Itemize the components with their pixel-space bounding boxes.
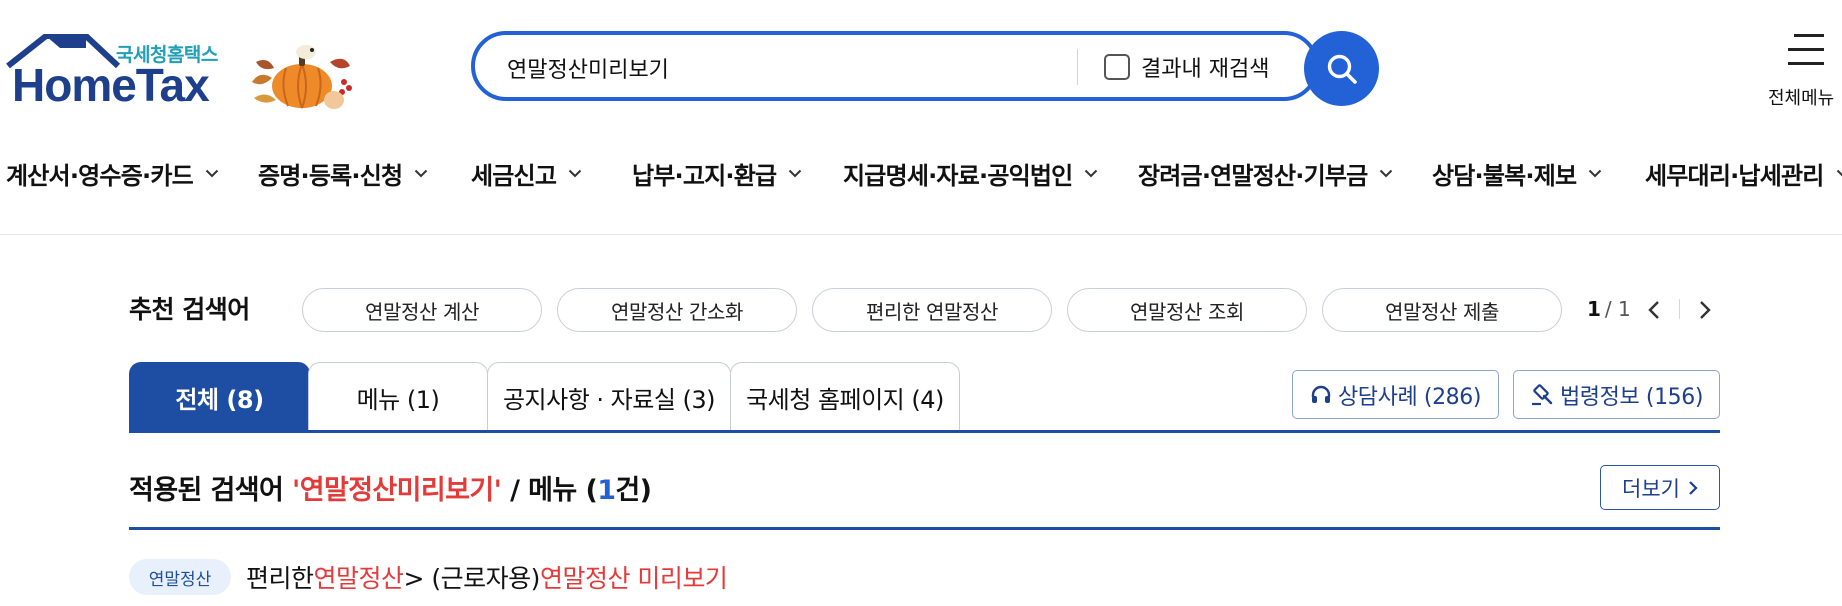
nav-item-label: 상담·불복·제보 xyxy=(1432,161,1577,190)
nav-item-label: 계산서·영수증·카드 xyxy=(6,161,194,190)
more-label: 더보기 xyxy=(1622,476,1680,501)
nav-item-label: 장려금·연말정산·기부금 xyxy=(1138,161,1368,190)
chevron-down-icon xyxy=(1589,169,1602,177)
recommended-chip[interactable]: 연말정산 제출 xyxy=(1322,288,1562,332)
chevron-left-icon xyxy=(1648,301,1659,319)
search-bar: 결과내 재검색 xyxy=(471,31,1319,101)
hamburger-icon xyxy=(1788,34,1824,76)
applied-keyword: '연말정산미리보기' xyxy=(292,475,502,506)
page-current: 1 xyxy=(1587,297,1601,321)
next-page-button[interactable] xyxy=(1693,296,1717,324)
recommended-title: 추천 검색어 xyxy=(129,295,250,324)
recheck-checkbox[interactable]: 결과내 재검색 xyxy=(1104,49,1269,85)
applied-prefix: 적용된 검색어 xyxy=(129,475,293,506)
pumpkin-icon xyxy=(246,42,356,112)
search-input[interactable] xyxy=(505,49,1049,87)
tab-notice[interactable]: 공지사항 · 자료실 (3) xyxy=(487,362,731,432)
applied-keyword-heading: 적용된 검색어 '연말정산미리보기' / 메뉴 (1건) xyxy=(129,468,652,507)
recommended-chip[interactable]: 연말정산 조회 xyxy=(1067,288,1307,332)
nav-item-label: 세무대리·납세관리 xyxy=(1645,161,1824,190)
pager-divider xyxy=(1679,299,1680,319)
consult-case-button[interactable]: 상담사례 (286) xyxy=(1292,370,1499,419)
nav-item-payment[interactable]: 납부·고지·환급 xyxy=(632,150,802,196)
nav-item-invoice[interactable]: 계산서·영수증·카드 xyxy=(6,150,219,196)
result-divider xyxy=(129,527,1720,530)
all-menu-label: 전체메뉴 xyxy=(1768,88,1835,109)
chevron-down-icon xyxy=(1085,169,1098,177)
nav-item-tax-report[interactable]: 세금신고 xyxy=(471,150,582,196)
law-info-label: 법령정보 (156) xyxy=(1559,384,1704,410)
chevron-down-icon xyxy=(1380,169,1393,177)
checkbox-box[interactable] xyxy=(1104,54,1130,80)
chevron-down-icon xyxy=(789,169,802,177)
recheck-label: 결과내 재검색 xyxy=(1141,57,1270,82)
applied-mid: / 메뉴 ( xyxy=(501,475,598,506)
nav-item-label: 납부·고지·환급 xyxy=(632,161,777,190)
law-info-button[interactable]: 법령정보 (156) xyxy=(1513,370,1720,419)
nav-item-label: 지급명세·자료·공익법인 xyxy=(843,161,1073,190)
result-highlight: 연말정산 xyxy=(313,564,405,593)
headset-icon xyxy=(1311,385,1331,403)
chevron-right-icon xyxy=(1689,480,1698,495)
chevron-down-icon xyxy=(568,169,582,177)
main-nav: 계산서·영수증·카드 증명·등록·신청 세금신고 납부·고지·환급 지급명세·자… xyxy=(0,150,1842,196)
applied-suffix: 건) xyxy=(615,475,652,506)
nav-item-agent[interactable]: 세무대리·납세관리 xyxy=(1645,150,1842,196)
applied-count: 1 xyxy=(597,475,616,506)
tab-menu[interactable]: 메뉴 (1) xyxy=(308,362,488,432)
consult-case-label: 상담사례 (286) xyxy=(1337,384,1482,410)
chevron-right-icon xyxy=(1700,301,1711,319)
search-divider xyxy=(1077,49,1078,85)
recommended-pager: 1 / 1 xyxy=(1587,294,1631,324)
chevron-down-icon xyxy=(205,169,219,177)
recommended-chip[interactable]: 연말정산 계산 xyxy=(302,288,542,332)
prev-page-button[interactable] xyxy=(1642,296,1666,324)
nav-item-label: 세금신고 xyxy=(471,161,557,190)
chevron-down-icon xyxy=(1836,169,1842,177)
nav-item-certificate[interactable]: 증명·등록·신청 xyxy=(258,150,428,196)
more-button[interactable]: 더보기 xyxy=(1600,465,1720,510)
result-part: > (근로자용) xyxy=(403,564,541,593)
tab-nts-homepage[interactable]: 국세청 홈페이지 (4) xyxy=(730,362,960,432)
result-part: 편리한 xyxy=(246,564,314,593)
tab-underline xyxy=(129,430,1720,433)
logo-title: HomeTax xyxy=(12,59,210,111)
nav-item-statement[interactable]: 지급명세·자료·공익법인 xyxy=(843,150,1098,196)
result-link[interactable]: 편리한 연말정산 > (근로자용) 연말정산 미리보기 xyxy=(246,559,728,595)
hometax-logo[interactable]: 국세청홈택스 HomeTax xyxy=(6,34,236,108)
all-menu-button[interactable]: 전체메뉴 xyxy=(1768,30,1842,110)
recommended-chip[interactable]: 편리한 연말정산 xyxy=(812,288,1052,332)
nav-divider xyxy=(0,234,1842,235)
nav-item-year-end[interactable]: 장려금·연말정산·기부금 xyxy=(1138,150,1393,196)
page-total: / 1 xyxy=(1604,297,1631,321)
category-badge: 연말정산 xyxy=(129,559,231,595)
result-highlight: 연말정산 미리보기 xyxy=(539,564,728,593)
nav-item-label: 증명·등록·신청 xyxy=(258,161,403,190)
gavel-icon xyxy=(1531,383,1553,405)
search-icon xyxy=(1327,54,1357,84)
tab-all[interactable]: 전체 (8) xyxy=(129,362,310,432)
recommended-chip[interactable]: 연말정산 간소화 xyxy=(557,288,797,332)
chevron-down-icon xyxy=(415,169,428,177)
search-button[interactable] xyxy=(1304,31,1379,106)
nav-item-consult[interactable]: 상담·불복·제보 xyxy=(1432,150,1602,196)
